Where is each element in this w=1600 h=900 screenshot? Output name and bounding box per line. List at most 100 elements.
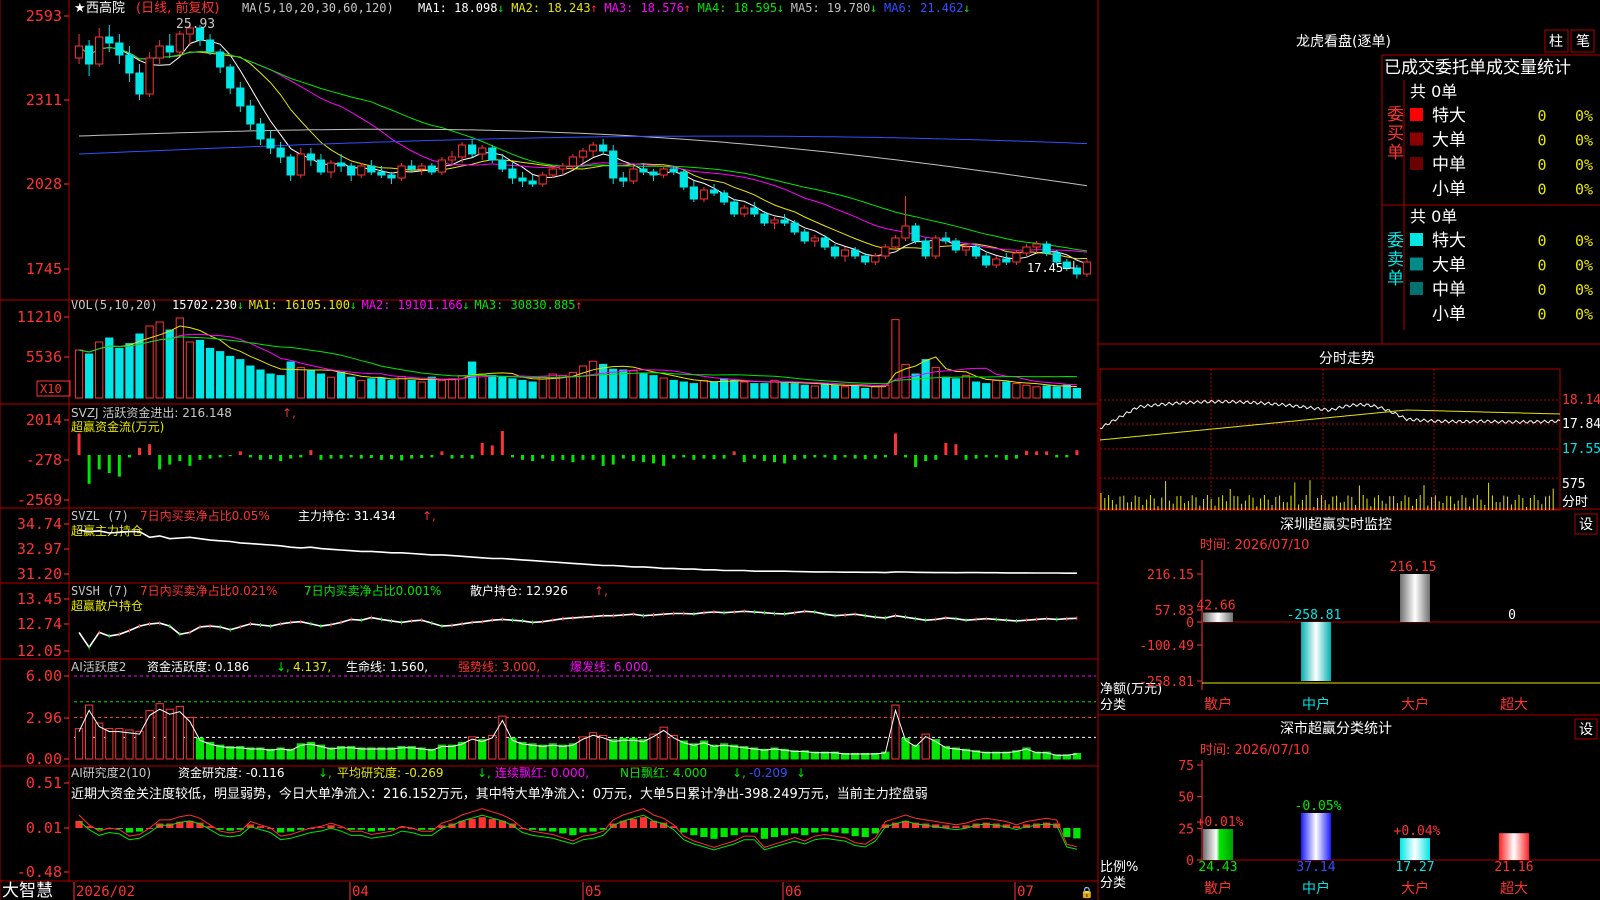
monitor-settings-button[interactable]: 设 — [1579, 517, 1593, 533]
candle — [830, 246, 840, 257]
candle — [609, 150, 618, 179]
ai-research-bar — [1012, 826, 1021, 828]
svzj-bar — [944, 443, 948, 455]
candle — [226, 66, 235, 89]
ai-research-bar — [740, 828, 748, 833]
ai-active-arrow: ↓, — [276, 660, 290, 674]
volume-bar — [508, 378, 517, 399]
vol-arrow-1: ↓ — [350, 298, 357, 312]
volume-bar — [609, 368, 618, 399]
candle — [840, 249, 850, 257]
volume-bar — [830, 384, 840, 399]
svzj-bar — [420, 455, 424, 458]
svzj-bar — [97, 455, 101, 470]
buy-label-char: 买 — [1387, 124, 1404, 144]
candle — [599, 144, 608, 152]
classify-bar — [1301, 812, 1331, 860]
candle — [306, 153, 315, 161]
order-count: 0 — [1537, 257, 1546, 275]
ai-active-header: AI活跃度2 资金活跃度: 0.186 ↓, 4.137, 生命线: 1.560… — [71, 659, 652, 674]
lock-icon[interactable]: 🔒 — [1080, 886, 1094, 899]
brand-logo[interactable]: 大智慧 — [2, 881, 53, 900]
volume-bar — [961, 375, 971, 399]
stock-name[interactable]: 西高院 — [86, 0, 125, 16]
candle — [236, 87, 245, 107]
candle — [74, 45, 84, 59]
classify-value-label: 17.27 — [1395, 860, 1434, 875]
volume-bar — [911, 373, 920, 399]
candle — [669, 168, 678, 173]
main-header: ★ 西高院 (日线, 前复权) MA(5,10,20,30,60,120) MA… — [74, 0, 970, 16]
monitor-chart: 216.1557.830-100.49-258.8142.66散户-258.81… — [1139, 560, 1600, 713]
svzj-bar — [77, 433, 81, 455]
svsh-subtitle: 超赢散户持仓 — [71, 598, 143, 613]
vol-y-tick: 5536 — [26, 348, 62, 366]
ai-research-value: 资金研究度: -0.116 — [178, 765, 285, 780]
svzj-bar — [1075, 450, 1079, 455]
svzj-bar — [591, 455, 595, 460]
candle — [679, 171, 688, 188]
svzj-bar — [248, 455, 252, 458]
volume-bar — [790, 383, 799, 399]
ai-research-y-tick: 0.51 — [26, 774, 62, 792]
volume-bar — [478, 373, 487, 399]
volume-bar — [740, 381, 749, 399]
ai-research-header: AI研究度2(10) 资金研究度: -0.116 ↓, 平均研究度: -0.26… — [71, 765, 928, 802]
candle — [155, 45, 164, 59]
date-label: 06 — [785, 884, 802, 900]
vol-y-tick: 11210 — [17, 308, 62, 326]
order-count: 0 — [1537, 281, 1546, 299]
svzj-bar — [561, 455, 565, 460]
candle — [256, 123, 265, 140]
ai-active-bar — [478, 739, 487, 760]
volume-bar — [709, 381, 719, 399]
intraday-title: 分时走势 — [1319, 351, 1375, 367]
period-mode[interactable]: (日线, 前复权) — [136, 0, 219, 16]
ai-research-bar — [801, 828, 809, 836]
order-percent: 0% — [1575, 257, 1593, 275]
svzj-bar — [742, 455, 746, 463]
date-axis: 2026/02 04 05 06 07 — [73, 882, 1034, 900]
candle — [639, 168, 648, 173]
stat-title: 已成交委托单成交量统计 — [1384, 58, 1571, 78]
ai-active-bar — [629, 737, 638, 760]
svzl-ratio: 7日内买卖净占比0.05% — [140, 508, 270, 523]
ai-strong-line: 强势线: 3.000, — [458, 660, 540, 674]
volume-bar — [800, 384, 809, 399]
volume-bar — [407, 379, 416, 399]
volume-bar — [286, 361, 295, 399]
candle — [296, 153, 305, 176]
candle — [407, 165, 416, 170]
svzj-bar — [853, 455, 857, 459]
ma-arrow-4: ↓ — [777, 1, 784, 15]
svzj-bar — [954, 444, 958, 455]
candle — [1002, 258, 1011, 263]
sell-side-label: 委卖单 — [1387, 231, 1404, 289]
volume-bar — [760, 383, 769, 399]
ai-active-bar — [155, 703, 164, 760]
candle — [982, 255, 991, 266]
svzj-bar — [269, 455, 273, 460]
svzl-line-path — [78, 529, 1077, 574]
high-label: 25.93 — [176, 17, 215, 32]
buy-total: 共 0单 — [1410, 82, 1457, 101]
pillar-button[interactable]: 柱 — [1549, 34, 1563, 50]
classify-settings-button[interactable]: 设 — [1579, 722, 1593, 738]
ai-active-y-tick: 2.96 — [26, 709, 62, 727]
svsh-retail-hold: 散户持仓: 12.926 — [470, 583, 568, 598]
svzj-bar — [883, 455, 887, 458]
ai-research-bar — [1073, 828, 1081, 839]
candle — [276, 147, 285, 158]
order-size-label: 大单 — [1432, 131, 1466, 151]
ai-research-bar — [1063, 828, 1071, 837]
ai-active-value: 资金活跃度: 0.186 — [147, 659, 249, 674]
svzj-bars — [77, 431, 1079, 484]
candle — [468, 144, 477, 155]
dragon-title: 龙虎看盘(逐单) — [1296, 33, 1391, 50]
candle — [488, 147, 497, 161]
ai-research-bar — [861, 828, 869, 837]
svsh-title: SVSH (7) — [71, 584, 129, 598]
volume-bar — [659, 377, 668, 399]
svzj-bar — [682, 455, 686, 458]
tick-button[interactable]: 笔 — [1576, 34, 1590, 50]
